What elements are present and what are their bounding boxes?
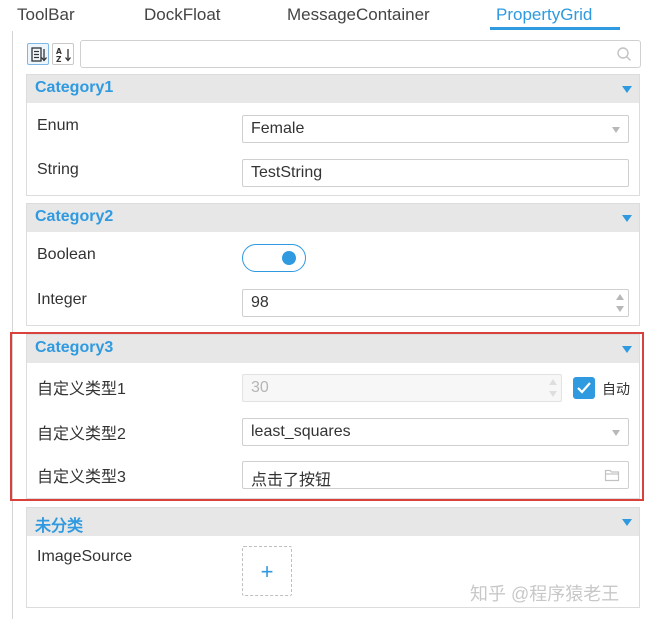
spin-up-icon (549, 379, 557, 385)
property-label: Boolean (37, 246, 96, 263)
property-row-enum: Enum Female (27, 107, 639, 151)
search-input[interactable] (81, 41, 601, 67)
spin-down-icon[interactable] (616, 306, 624, 312)
sort-alphabetical-button[interactable]: A Z (52, 43, 74, 65)
collapse-chevron-icon[interactable] (622, 215, 632, 222)
svg-text:Z: Z (56, 55, 62, 64)
tab-toolbar[interactable]: ToolBar (17, 5, 75, 25)
file-picker-value: 点击了按钮 (251, 472, 332, 489)
uncategorized-header[interactable]: 未分类 (27, 508, 639, 536)
property-label: Integer (37, 291, 87, 308)
property-label: Enum (37, 117, 79, 134)
property-label: 自定义类型2 (37, 426, 126, 443)
property-row-custom-2: 自定义类型2 least_squares (27, 410, 639, 454)
tab-messagecontainer[interactable]: MessageContainer (287, 5, 430, 25)
alphabetical-sort-icon: A Z (56, 47, 71, 64)
checkmark-icon (577, 382, 591, 394)
property-row-custom-1: 自定义类型1 30 自动 (27, 365, 639, 409)
property-label: ImageSource (37, 548, 133, 565)
dropdown-value: least_squares (251, 423, 351, 440)
property-row-boolean: Boolean (27, 236, 639, 280)
property-label: 自定义类型3 (37, 469, 126, 486)
integer-numeric-input[interactable]: 98 (242, 289, 629, 317)
category-title: Category3 (35, 339, 114, 356)
numeric-value: 30 (251, 379, 269, 396)
category-1-header[interactable]: Category1 (27, 75, 639, 103)
search-icon[interactable] (616, 46, 632, 62)
category-3-section: Category3 自定义类型1 30 自动 自定义类型2 least_squa… (26, 334, 640, 499)
property-label: String (37, 161, 79, 178)
tab-dockfloat[interactable]: DockFloat (144, 5, 221, 25)
folder-icon[interactable] (604, 468, 620, 482)
category-title: Category1 (35, 79, 114, 96)
category-3-header[interactable]: Category3 (27, 335, 639, 363)
custom-3-file-picker[interactable]: 点击了按钮 (242, 461, 629, 489)
spin-up-icon[interactable] (616, 294, 624, 300)
textbox-value: TestString (251, 164, 323, 181)
category-title: Category2 (35, 208, 114, 225)
category-title: 未分类 (35, 518, 84, 535)
tab-propertygrid[interactable]: PropertyGrid (496, 5, 592, 25)
collapse-chevron-icon[interactable] (622, 86, 632, 93)
boolean-toggle[interactable] (242, 244, 306, 272)
category-2-header[interactable]: Category2 (27, 204, 639, 232)
category-2-section: Category2 Boolean Integer 98 (26, 203, 640, 326)
collapse-chevron-icon[interactable] (622, 346, 632, 353)
custom-1-numeric-input: 30 (242, 374, 562, 402)
numeric-value: 98 (251, 294, 269, 311)
auto-checkbox[interactable] (573, 377, 595, 399)
sort-by-category-button[interactable] (27, 43, 49, 65)
property-row-integer: Integer 98 (27, 281, 639, 325)
dropdown-arrow-icon (612, 127, 620, 133)
dropdown-arrow-icon (612, 430, 620, 436)
plus-icon: + (260, 559, 274, 584)
enum-dropdown[interactable]: Female (242, 115, 629, 143)
property-row-custom-3: 自定义类型3 点击了按钮 (27, 453, 639, 497)
panel-separator (12, 31, 13, 619)
custom-2-dropdown[interactable]: least_squares (242, 418, 629, 446)
add-image-button[interactable]: + (242, 546, 292, 596)
toggle-knob (282, 251, 296, 265)
search-box (80, 40, 641, 68)
active-tab-indicator (490, 27, 620, 30)
collapse-chevron-icon[interactable] (622, 519, 632, 526)
auto-checkbox-label: 自动 (602, 381, 630, 397)
property-row-string: String TestString (27, 151, 639, 195)
string-textbox[interactable]: TestString (242, 159, 629, 187)
spin-down-icon (549, 391, 557, 397)
dropdown-value: Female (251, 120, 305, 137)
category-1-section: Category1 Enum Female String TestString (26, 74, 640, 196)
property-label: 自定义类型1 (37, 381, 126, 398)
watermark: 知乎 @程序猿老王 (470, 584, 620, 604)
categorized-sort-icon (31, 47, 47, 62)
tab-bar: ToolBar DockFloat MessageContainer Prope… (0, 0, 648, 30)
